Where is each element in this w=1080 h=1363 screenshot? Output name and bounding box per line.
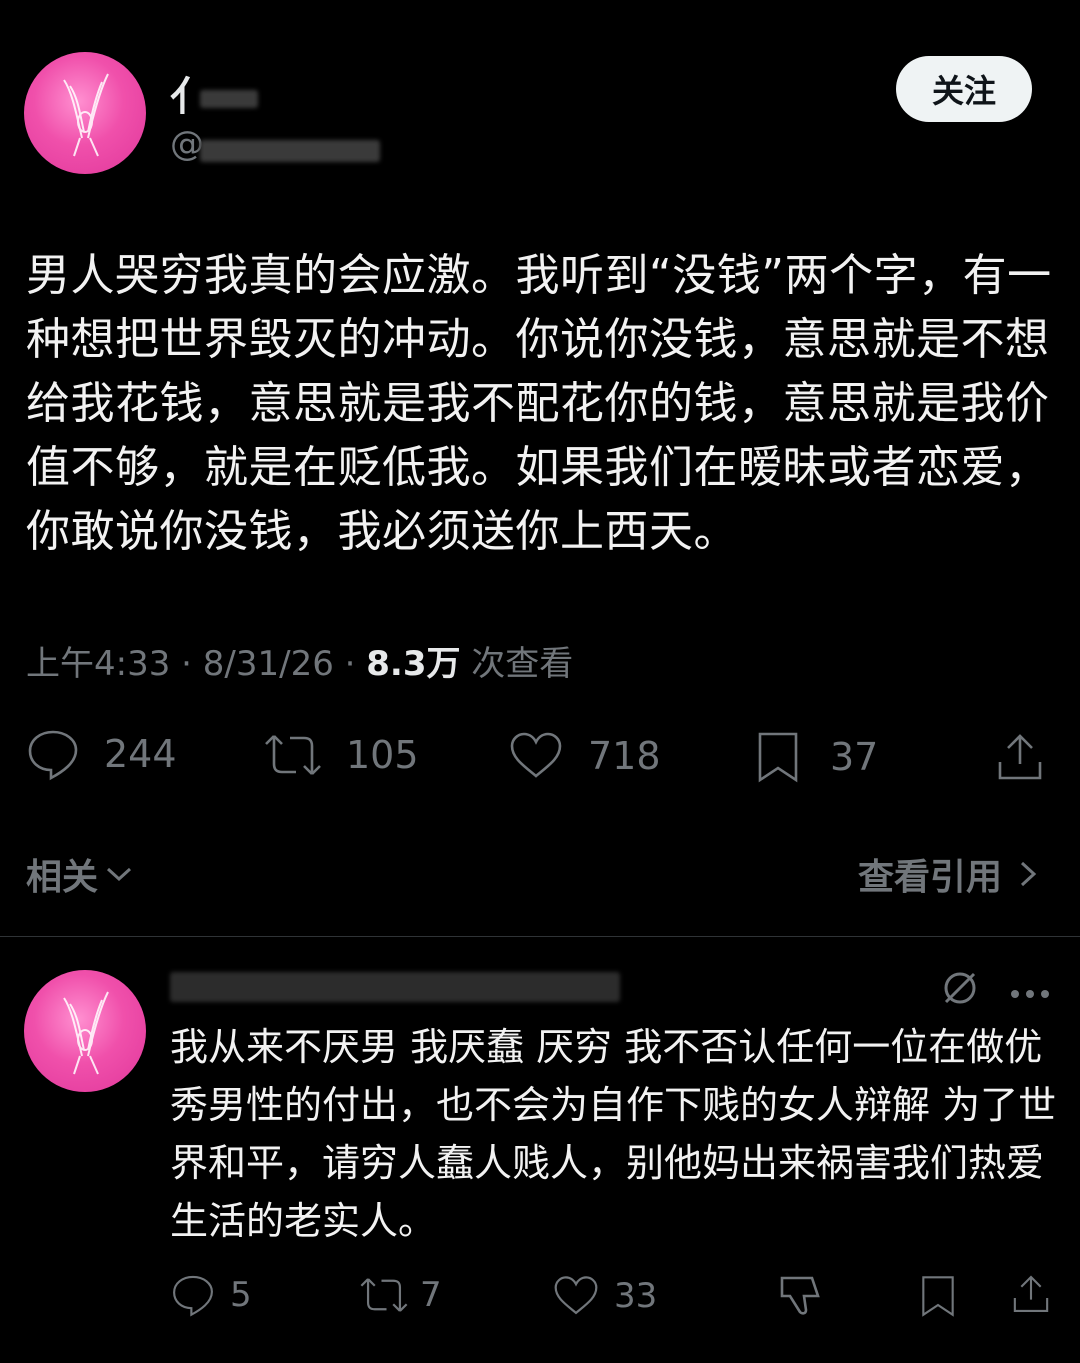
reply-reply-button[interactable]: 5 <box>170 1272 252 1318</box>
reply-author-redacted <box>170 972 620 1002</box>
reply-dislike-button[interactable] <box>776 1272 824 1318</box>
angel-icon <box>63 991 109 1075</box>
angel-icon <box>63 73 109 157</box>
reply-like-button[interactable]: 33 <box>552 1274 657 1318</box>
reply-author-avatar[interactable] <box>24 970 146 1092</box>
chevron-right-icon <box>1021 861 1037 887</box>
more-options-icon[interactable] <box>1010 984 1050 1003</box>
repost-icon <box>360 1278 408 1312</box>
related-toggle[interactable]: 相关 <box>26 848 134 900</box>
post-meta: 上午4:33 · 8/31/26 · 8.3万 次查看 <box>26 636 573 685</box>
post-timestamp[interactable]: 上午4:33 · 8/31/26 · <box>26 644 366 684</box>
reply-icon <box>173 1275 213 1317</box>
repost-icon <box>265 735 321 775</box>
chevron-down-icon <box>107 867 132 882</box>
bookmark-button[interactable]: 37 <box>754 730 878 784</box>
author-avatar[interactable] <box>24 52 146 174</box>
reply-share-button[interactable] <box>1010 1272 1052 1316</box>
reply-button[interactable]: 244 <box>26 726 177 782</box>
heart-icon <box>510 732 562 778</box>
author-handle: @ <box>170 124 204 164</box>
reply-icon <box>28 730 78 781</box>
share-icon <box>998 734 1042 780</box>
share-icon <box>1013 1275 1049 1313</box>
grok-icon[interactable] <box>940 968 980 1012</box>
repost-button[interactable]: 105 <box>262 730 419 780</box>
author-name-redacted <box>200 90 258 108</box>
post-text: 男人哭穷我真的会应激。我听到“没钱”两个字，有一种想把世界毁灭的冲动。你说你没钱… <box>26 250 1052 557</box>
share-button[interactable] <box>994 730 1046 784</box>
reply-bookmark-button[interactable] <box>918 1274 958 1318</box>
section-divider <box>0 936 1080 937</box>
views-label: 次查看 <box>460 644 574 684</box>
bookmark-icon <box>758 732 798 783</box>
thumbs-down-icon <box>780 1276 820 1315</box>
heart-icon <box>554 1276 598 1315</box>
follow-button[interactable]: 关注 <box>896 56 1032 122</box>
reply-repost-button[interactable]: 7 <box>358 1274 442 1316</box>
view-quotes-link[interactable]: 查看引用 <box>858 848 1040 900</box>
reply-text: 我从来不厌男 我厌蠢 厌穷 我不否认任何一位在做优秀男性的付出，也不会为自作下贱… <box>170 1025 1057 1243</box>
view-count: 8.3万 <box>366 644 461 684</box>
like-button[interactable]: 718 <box>508 730 661 782</box>
bookmark-icon <box>922 1276 954 1317</box>
author-handle-redacted <box>200 140 380 162</box>
